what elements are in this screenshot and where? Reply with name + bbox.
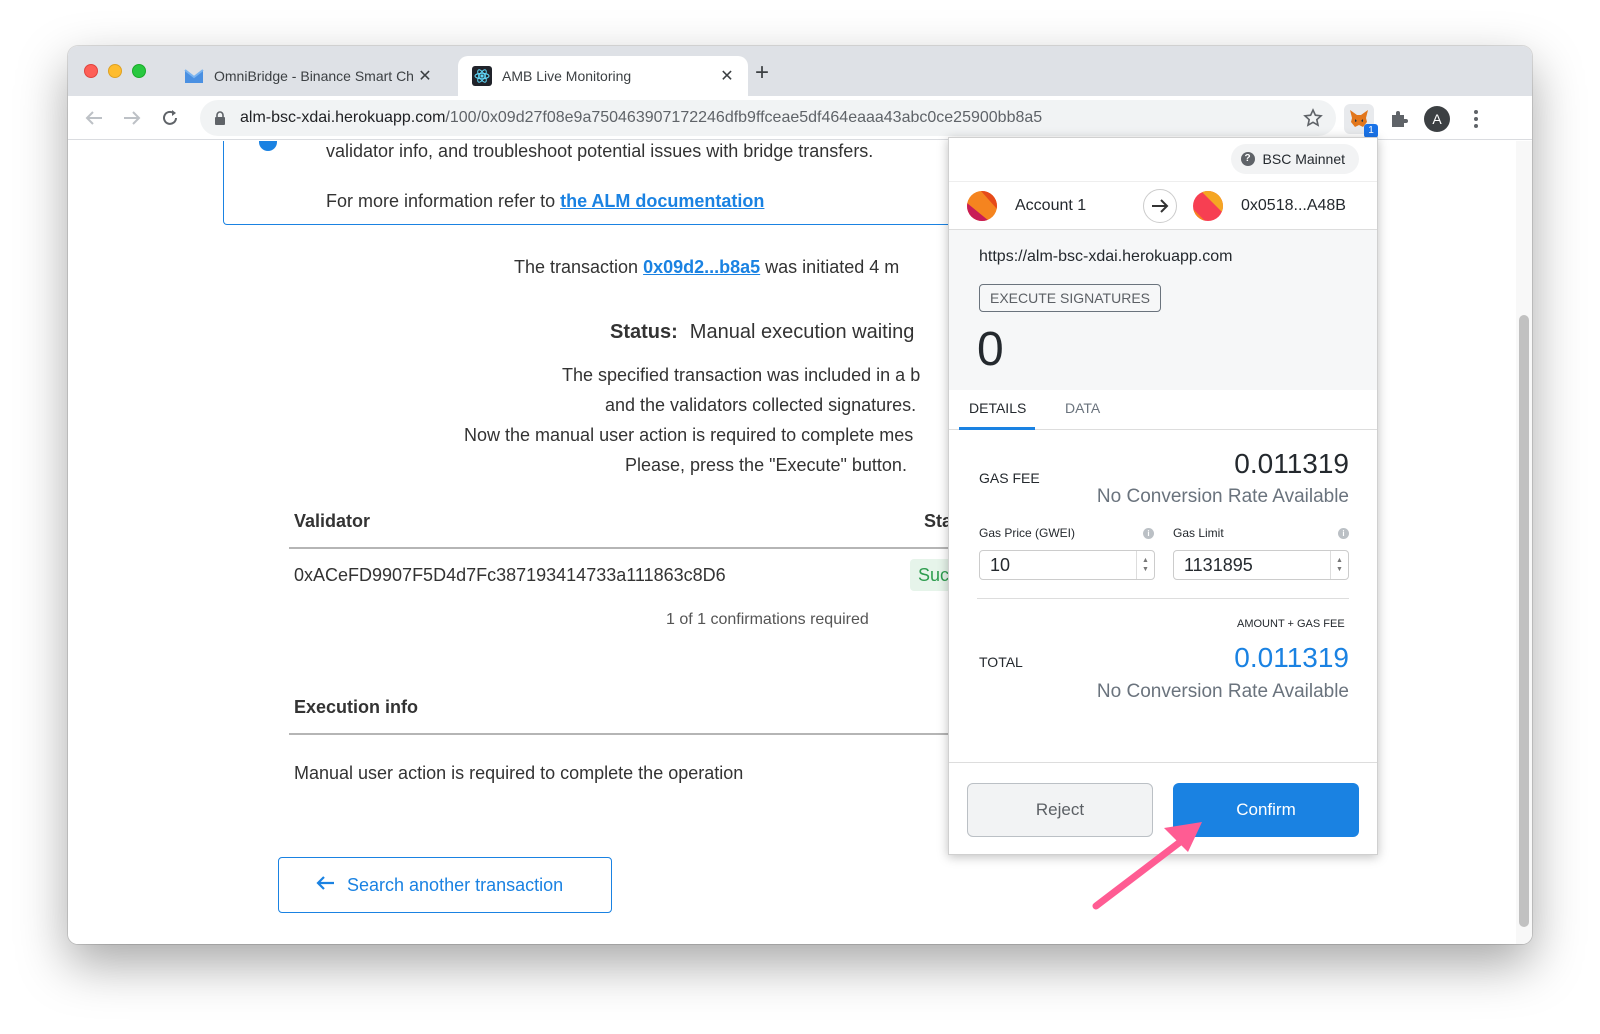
transaction-summary: https://alm-bsc-xdai.herokuapp.com EXECU… <box>949 230 1377 390</box>
account-avatar <box>967 190 997 221</box>
extensions-puzzle-icon[interactable] <box>1384 104 1414 134</box>
transaction-hash-link[interactable]: 0x09d2...b8a5 <box>643 257 760 277</box>
network-help-icon: ? <box>1240 152 1255 166</box>
table-divider <box>289 547 949 549</box>
back-arrow-icon[interactable] <box>82 106 106 130</box>
tab-close-icon[interactable]: ✕ <box>716 65 738 87</box>
gas-limit-stepper-icon[interactable]: ▲ ▼ <box>1330 551 1348 579</box>
status-description: The specified transaction was included i… <box>562 365 921 385</box>
forward-arrow-icon[interactable] <box>120 106 144 130</box>
back-arrow-icon <box>315 875 335 896</box>
validator-status-badge: Suc <box>910 559 950 591</box>
status-description: Now the manual user action is required t… <box>464 425 914 445</box>
close-window-button[interactable] <box>84 64 98 78</box>
url-path: /100/0x09d27f08e9a750463907172246dfb9ffc… <box>445 109 1043 126</box>
section-divider <box>289 733 949 735</box>
alm-documentation-link[interactable]: the ALM documentation <box>560 191 764 211</box>
method-badge: EXECUTE SIGNATURES <box>979 284 1161 312</box>
gas-limit-label: Gas Limit <box>1173 526 1224 540</box>
tab-title: AMB Live Monitoring <box>502 68 632 84</box>
tab-amb-live-monitoring[interactable]: AMB Live Monitoring ✕ <box>458 56 748 96</box>
info-prefix: For more information refer to <box>326 191 561 211</box>
validator-column-header: Validator <box>294 511 371 531</box>
scrollbar-track[interactable] <box>1516 141 1532 944</box>
account-bar: Account 1 0x0518...A48B <box>949 182 1377 230</box>
network-selector[interactable]: ? BSC Mainnet <box>1230 144 1359 174</box>
profile-avatar[interactable]: A <box>1424 106 1450 132</box>
url-host: alm-bsc-xdai.herokuapp.com <box>240 109 446 126</box>
tab-details[interactable]: DETAILS <box>969 400 1026 416</box>
from-account: Account 1 <box>949 190 1143 221</box>
maximize-window-button[interactable] <box>132 64 146 78</box>
new-tab-plus-icon[interactable]: + <box>750 61 774 86</box>
info-more-text: For more information refer to the ALM do… <box>326 191 764 212</box>
react-favicon-icon <box>472 66 492 86</box>
gas-price-info-icon[interactable]: i <box>1143 528 1154 539</box>
scrollbar-thumb[interactable] <box>1519 315 1529 927</box>
active-tab-indicator <box>959 427 1035 430</box>
tab-bar: OmniBridge - Binance Smart Ch ✕ AMB Live… <box>68 46 1532 96</box>
total-label: TOTAL <box>979 654 1023 670</box>
minimize-window-button[interactable] <box>108 64 122 78</box>
tab-title: OmniBridge - Binance Smart Ch <box>214 68 414 84</box>
from-account-name: Account 1 <box>1015 196 1087 214</box>
popup-header: ? BSC Mainnet <box>949 138 1377 182</box>
gas-fee-value: 0.011319 <box>1234 448 1349 479</box>
status-label: Status: <box>610 321 678 343</box>
confirmations-note: 1 of 1 confirmations required <box>666 611 869 628</box>
gas-limit-value: 1131895 <box>1184 555 1253 575</box>
metamask-extension-icon[interactable]: 1 <box>1344 104 1378 138</box>
gas-limit-input[interactable]: 1131895 ▲ ▼ <box>1173 550 1349 580</box>
popup-tabs: DETAILS DATA <box>949 390 1377 430</box>
search-button-label: Search another transaction <box>347 874 564 895</box>
extension-badge: 1 <box>1364 124 1378 138</box>
details-divider <box>977 598 1349 599</box>
status-description: and the validators collected signatures. <box>605 395 917 415</box>
gas-limit-info-icon[interactable]: i <box>1338 528 1349 539</box>
tab-close-icon[interactable]: ✕ <box>414 65 436 87</box>
gas-price-value: 10 <box>990 555 1011 575</box>
status-line: Status: Manual execution waiting <box>610 321 914 344</box>
annotation-arrow-icon <box>1092 822 1202 910</box>
reload-icon[interactable] <box>158 106 182 130</box>
execution-info-text: Manual user action is required to comple… <box>294 763 744 783</box>
gas-price-stepper-icon[interactable]: ▲ ▼ <box>1136 551 1154 579</box>
gas-fee-label: GAS FEE <box>979 470 1040 486</box>
transaction-amount: 0 <box>977 323 1004 376</box>
gas-price-label: Gas Price (GWEI) <box>979 526 1076 540</box>
search-another-transaction-button[interactable]: Search another transaction <box>278 857 612 913</box>
network-name: BSC Mainnet <box>1262 151 1345 167</box>
browser-toolbar: alm-bsc-xdai.herokuapp.com/100/0x09d27f0… <box>68 96 1532 140</box>
address-bar[interactable]: alm-bsc-xdai.herokuapp.com/100/0x09d27f0… <box>200 100 1336 136</box>
right-arrow-icon <box>1143 188 1177 223</box>
tx-suffix: was initiated 4 m <box>760 257 900 277</box>
tab-omnibridge[interactable]: OmniBridge - Binance Smart Ch ✕ <box>170 56 446 96</box>
recipient-avatar <box>1193 190 1223 221</box>
gas-price-input[interactable]: 10 ▲ ▼ <box>979 550 1155 580</box>
browser-window: OmniBridge - Binance Smart Ch ✕ AMB Live… <box>68 46 1532 944</box>
execution-info-header: Execution info <box>294 697 419 717</box>
gas-fee-conversion: No Conversion Rate Available <box>1096 486 1349 507</box>
origin-url: https://alm-bsc-xdai.herokuapp.com <box>979 248 1233 265</box>
amount-gas-fee-label: AMOUNT + GAS FEE <box>1237 618 1345 630</box>
tx-prefix: The transaction <box>514 257 644 277</box>
omnibridge-favicon-icon <box>184 66 204 86</box>
status-description: Please, press the "Execute" button. <box>625 455 907 475</box>
validator-address: 0xACeFD9907F5D4d7Fc387193414733a111863c8… <box>294 565 726 585</box>
total-value: 0.011319 <box>1234 642 1349 673</box>
lock-icon[interactable] <box>214 111 228 125</box>
status-value: Manual execution waiting <box>689 321 915 343</box>
total-conversion: No Conversion Rate Available <box>1096 681 1349 702</box>
to-account: 0x0518...A48B <box>1177 190 1377 221</box>
recipient-address: 0x0518...A48B <box>1241 196 1346 214</box>
url-text: alm-bsc-xdai.herokuapp.com/100/0x09d27f0… <box>240 109 1042 127</box>
info-text: validator info, and troubleshoot potenti… <box>326 141 874 161</box>
tab-data[interactable]: DATA <box>1065 400 1100 416</box>
bookmark-star-icon[interactable] <box>1302 107 1324 129</box>
transaction-line: The transaction 0x09d2...b8a5 was initia… <box>514 257 899 278</box>
browser-menu-icon[interactable] <box>1466 106 1486 132</box>
